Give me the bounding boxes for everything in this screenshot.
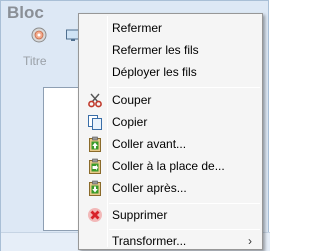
menu-item-label: Refermer xyxy=(112,21,163,35)
menu-item-label: Copier xyxy=(112,115,148,129)
copy-icon xyxy=(88,115,102,130)
menu-item-label: Coller après... xyxy=(112,181,187,195)
menu-separator xyxy=(109,87,260,88)
menu-item-supprimer[interactable]: Supprimer xyxy=(81,204,262,226)
menu-item-label: Refermer les fils xyxy=(112,43,199,57)
menu-item-label: Coller à la place de... xyxy=(112,159,225,173)
menu-item-coller-a-la-place[interactable]: Coller à la place de... xyxy=(81,155,262,177)
panel-title: Bloc xyxy=(7,3,44,22)
menu-item-label: Couper xyxy=(112,93,152,107)
menu-item-refermer[interactable]: Refermer xyxy=(81,17,262,39)
submenu-arrow-icon: › xyxy=(248,234,252,248)
menu-item-label: Supprimer xyxy=(112,208,168,222)
paste-before-icon xyxy=(89,136,101,152)
disc-icon[interactable] xyxy=(31,27,47,43)
menu-item-deployer-les-fils[interactable]: Déployer les fils xyxy=(81,61,262,83)
menu-item-label: Déployer les fils xyxy=(112,65,197,79)
menu-item-transformer[interactable]: Transformer... › xyxy=(81,230,262,251)
title-field-label: Titre xyxy=(23,54,47,68)
delete-icon xyxy=(88,208,102,222)
menu-item-coller-avant[interactable]: Coller avant... xyxy=(81,133,262,155)
menu-item-label: Coller avant... xyxy=(112,137,187,151)
paste-after-icon xyxy=(89,180,101,196)
menu-item-label: Transformer... xyxy=(112,234,187,248)
menu-item-refermer-les-fils[interactable]: Refermer les fils xyxy=(81,39,262,61)
scissors-icon xyxy=(88,93,102,108)
menu-item-couper[interactable]: Couper xyxy=(81,89,262,111)
paste-replace-icon xyxy=(89,158,101,174)
menu-item-copier[interactable]: Copier xyxy=(81,111,262,133)
menu-item-coller-apres[interactable]: Coller après... xyxy=(81,177,262,199)
context-menu: Refermer Refermer les fils Déployer les … xyxy=(78,13,263,250)
content-area[interactable] xyxy=(43,87,83,231)
